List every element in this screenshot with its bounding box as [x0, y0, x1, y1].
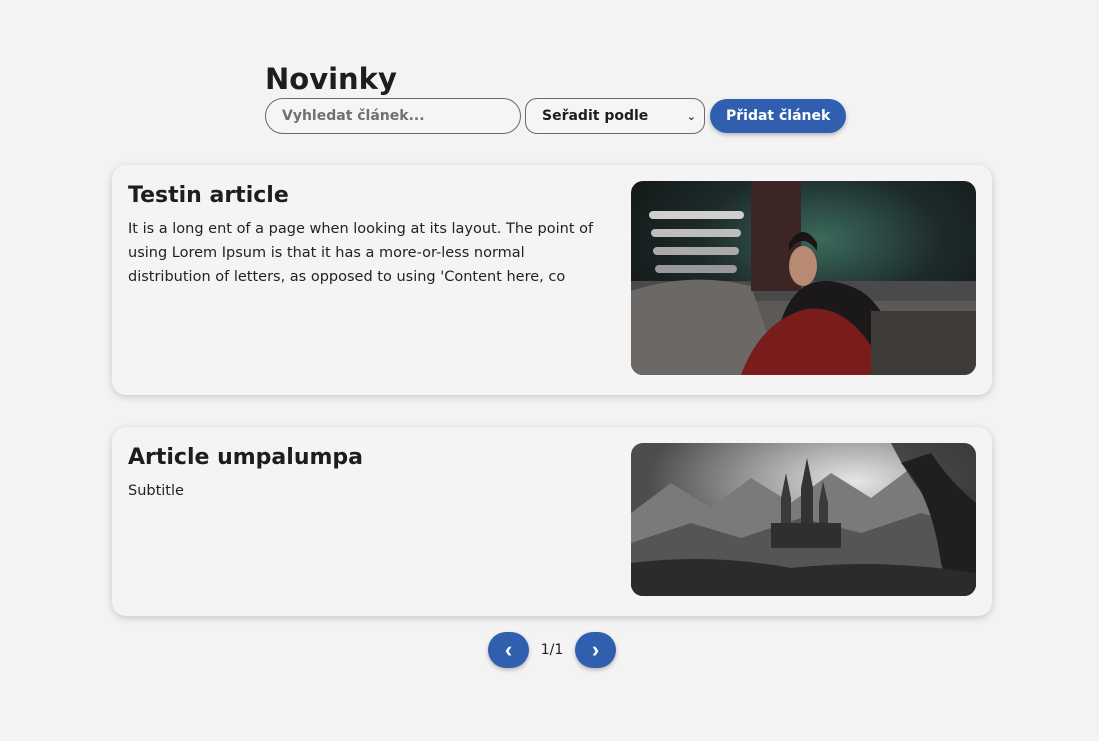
article-title[interactable]: Testin article — [128, 179, 608, 213]
article-text: Article umpalumpa Subtitle — [128, 441, 608, 503]
next-page-button[interactable]: › — [575, 632, 616, 668]
pagination: ‹ 1/1 › — [488, 632, 616, 668]
prev-page-button[interactable]: ‹ — [488, 632, 529, 668]
toolbar: Seřadit podle ⌄ Přidat článek — [265, 98, 847, 134]
article-image[interactable] — [631, 181, 976, 375]
sort-select-label: Seřadit podle — [542, 108, 649, 124]
article-subtitle: Subtitle — [128, 483, 184, 499]
article-card[interactable]: Testin article It is a long ent of a pag… — [112, 165, 992, 395]
header: Novinky Seřadit podle ⌄ Přidat článek — [265, 60, 847, 134]
sort-select[interactable]: Seřadit podle ⌄ — [525, 98, 705, 134]
chevron-down-icon: ⌄ — [686, 109, 696, 123]
article-photo — [631, 443, 976, 596]
article-text: Testin article It is a long ent of a pag… — [128, 179, 608, 289]
page: Novinky Seřadit podle ⌄ Přidat článek Te… — [0, 0, 1099, 741]
page-indicator: 1/1 — [540, 642, 564, 658]
article-title[interactable]: Article umpalumpa — [128, 441, 608, 475]
article-photo — [631, 181, 976, 375]
search-input[interactable] — [265, 98, 521, 134]
add-article-button[interactable]: Přidat článek — [710, 99, 847, 133]
chevron-left-icon: ‹ — [504, 637, 513, 662]
article-excerpt: It is a long ent of a page when looking … — [128, 221, 594, 285]
page-title: Novinky — [265, 62, 397, 96]
article-image[interactable] — [631, 443, 976, 596]
chevron-right-icon: › — [591, 637, 600, 662]
article-card[interactable]: Article umpalumpa Subtitle — [112, 427, 992, 616]
